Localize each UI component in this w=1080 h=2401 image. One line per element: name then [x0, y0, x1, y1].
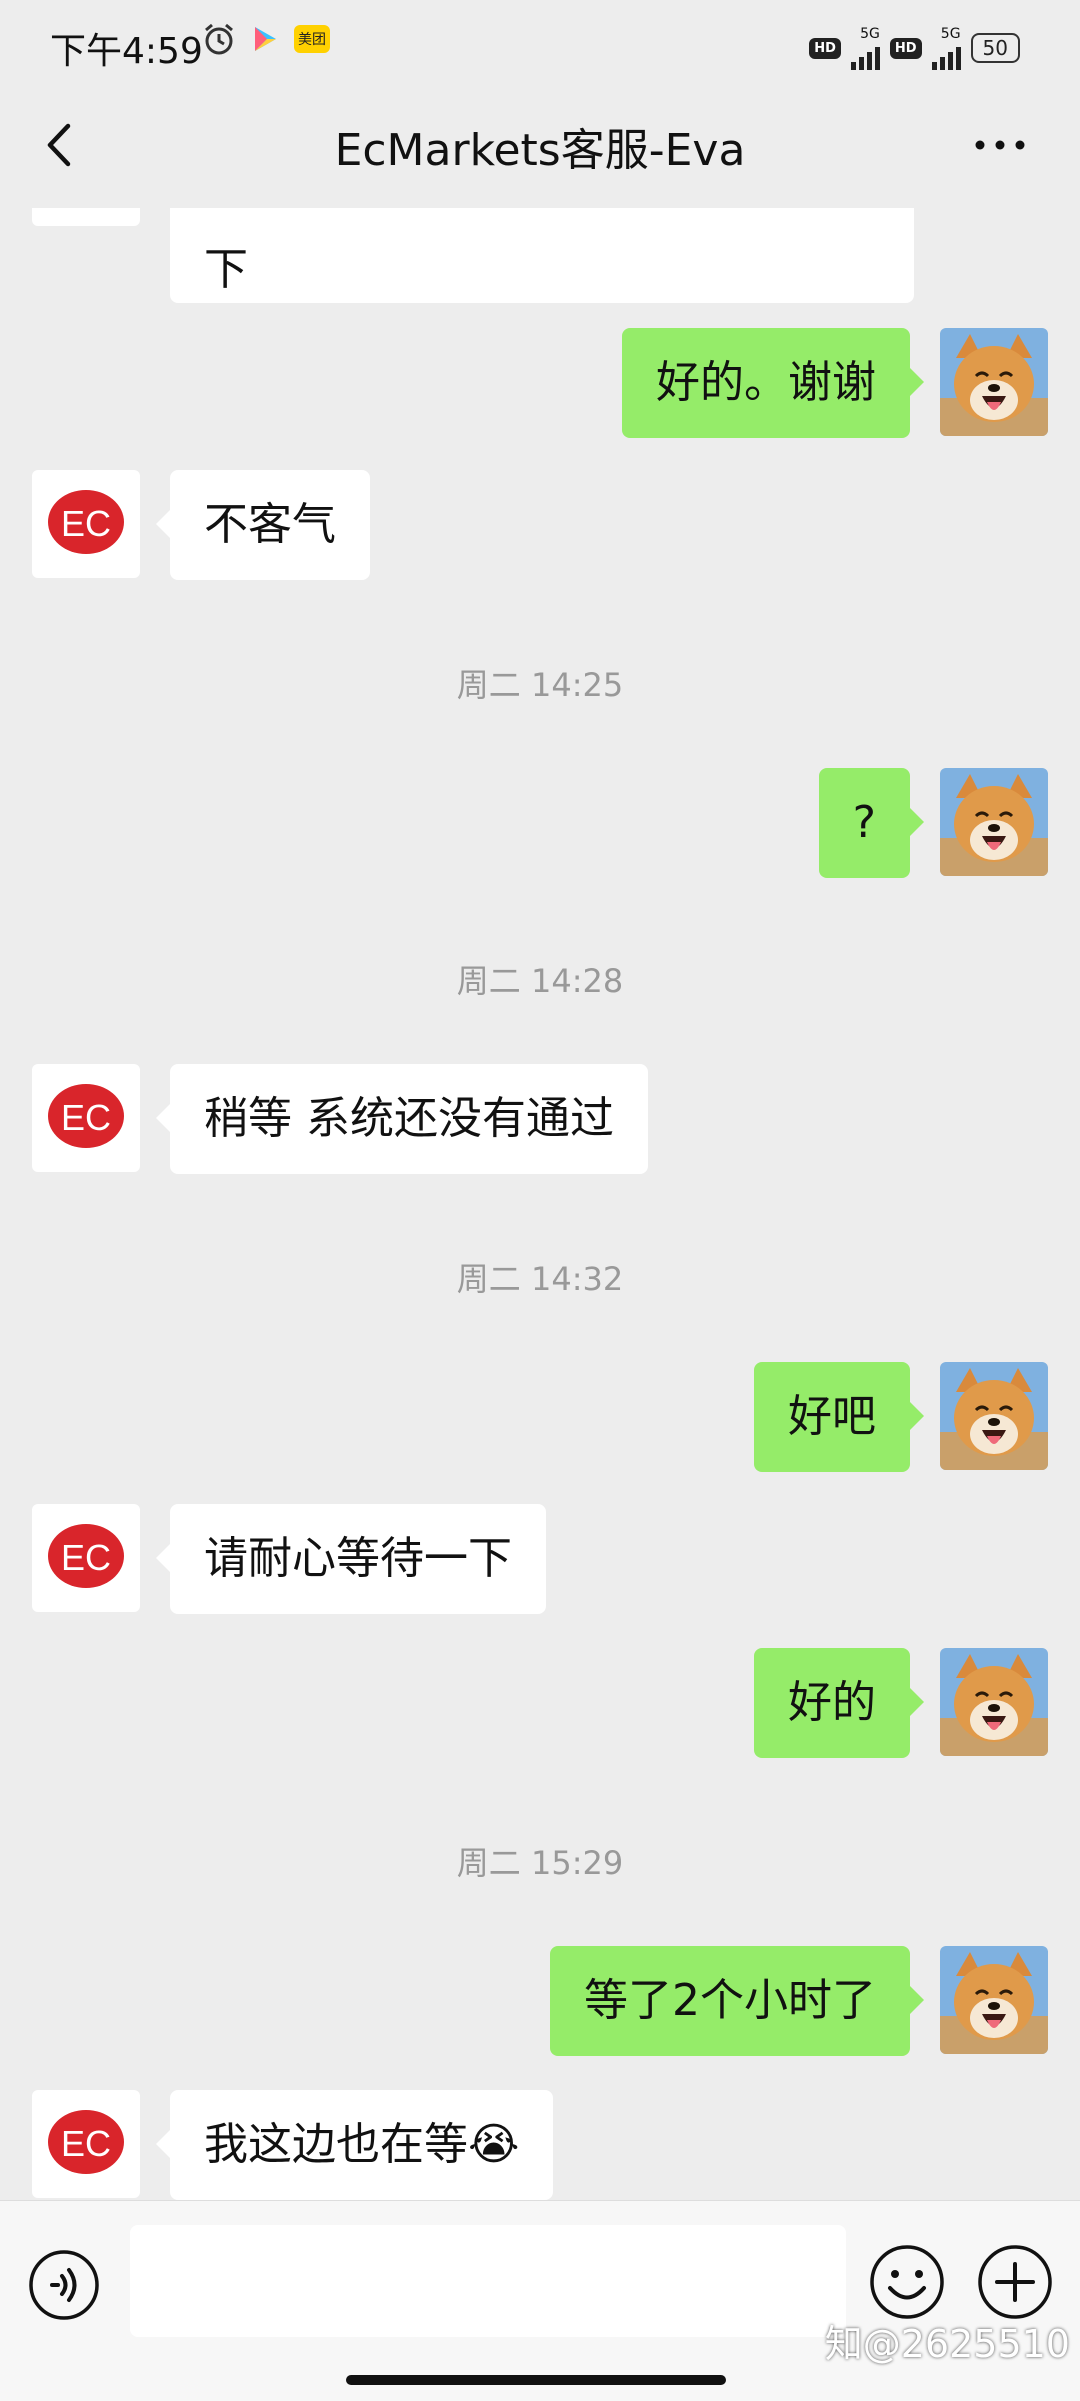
- message-bubble[interactable]: 下: [170, 208, 914, 303]
- signal-2: 5G: [931, 26, 961, 70]
- status-right-icons: HD 5G HD 5G 50: [809, 26, 1020, 70]
- chat-title: EcMarkets客服-Eva: [334, 125, 746, 176]
- user-avatar[interactable]: [940, 768, 1048, 876]
- alarm-icon: [205, 23, 233, 55]
- signal-bars-icon: [931, 42, 961, 70]
- play-store-icon: [255, 27, 276, 51]
- message-row: EC 我这边也在等😭: [0, 2090, 1080, 2200]
- message-row: EC 不客气: [0, 470, 1080, 580]
- watermark-text: 知@2625510: [824, 2322, 1070, 2366]
- message-bubble[interactable]: 稍等 系统还没有通过: [156, 1064, 648, 1174]
- message-bubble[interactable]: 等了2个小时了: [550, 1946, 924, 2056]
- message-bubble[interactable]: ?: [818, 768, 925, 878]
- message-bubble[interactable]: 不客气: [156, 470, 370, 580]
- message-input[interactable]: [130, 2225, 846, 2337]
- meituan-icon: 美团: [294, 25, 330, 53]
- message-list[interactable]: EC 下 好的。谢谢 EC 不客气 周二 14:25 ? 周二 14:28 EC…: [0, 208, 1080, 2200]
- message-row: 等了2个小时了: [0, 1946, 1080, 2056]
- message-bubble[interactable]: 我这边也在等😭: [155, 2090, 554, 2200]
- message-row: EC 稍等 系统还没有通过: [0, 1064, 1080, 1174]
- timestamp: 周二 14:32: [456, 1260, 624, 1298]
- timestamp: 周二 15:29: [456, 1844, 624, 1882]
- user-avatar[interactable]: [940, 328, 1048, 436]
- svg-text:EC: EC: [61, 2123, 111, 2164]
- user-avatar[interactable]: [940, 1362, 1048, 1470]
- message-row: EC 下: [0, 208, 1080, 303]
- net-type-label: 5G: [940, 26, 961, 42]
- message-row: 好的: [0, 1648, 1080, 1758]
- battery-indicator: 50: [970, 33, 1020, 63]
- agent-avatar[interactable]: EC: [32, 1504, 140, 1612]
- status-left-icons: 美团: [202, 22, 330, 56]
- add-attachment-icon[interactable]: [976, 2243, 1054, 2321]
- status-bar: 下午4:59 美团 HD 5G HD 5G 50: [0, 0, 1080, 90]
- voice-input-icon[interactable]: [28, 2249, 100, 2321]
- status-time: 下午4:59: [50, 31, 203, 72]
- agent-avatar[interactable]: EC: [32, 2090, 140, 2198]
- signal-1: 5G: [850, 26, 880, 70]
- message-bubble[interactable]: 好的。谢谢: [622, 328, 924, 438]
- chat-header: EcMarkets客服-Eva: [0, 90, 1080, 208]
- more-options-icon[interactable]: [970, 130, 1030, 160]
- svg-text:EC: EC: [61, 1097, 111, 1138]
- timestamp: 周二 14:25: [456, 666, 624, 704]
- svg-text:EC: EC: [61, 1537, 111, 1578]
- message-bubble[interactable]: 请耐心等待一下: [156, 1504, 546, 1614]
- agent-avatar[interactable]: EC: [32, 1064, 140, 1172]
- message-row: ?: [0, 768, 1080, 878]
- user-avatar[interactable]: [940, 1946, 1048, 2054]
- agent-avatar[interactable]: EC: [32, 208, 140, 226]
- input-bar: 知@2625510: [0, 2200, 1080, 2401]
- agent-avatar[interactable]: EC: [32, 470, 140, 578]
- emoji-icon[interactable]: [868, 2243, 946, 2321]
- net-type-label: 5G: [860, 26, 880, 42]
- message-row: EC 请耐心等待一下: [0, 1504, 1080, 1614]
- message-row: 好吧: [0, 1362, 1080, 1472]
- message-bubble[interactable]: 好吧: [754, 1362, 924, 1472]
- user-avatar[interactable]: [940, 1648, 1048, 1756]
- hd-badge: HD: [809, 37, 841, 59]
- timestamp: 周二 14:28: [456, 962, 624, 1000]
- message-bubble[interactable]: 好的: [754, 1648, 924, 1758]
- signal-bars-icon: [850, 42, 880, 70]
- svg-text:EC: EC: [61, 503, 111, 544]
- message-row: 好的。谢谢: [0, 328, 1080, 438]
- home-indicator[interactable]: [346, 2375, 726, 2385]
- hd-badge: HD: [889, 37, 922, 59]
